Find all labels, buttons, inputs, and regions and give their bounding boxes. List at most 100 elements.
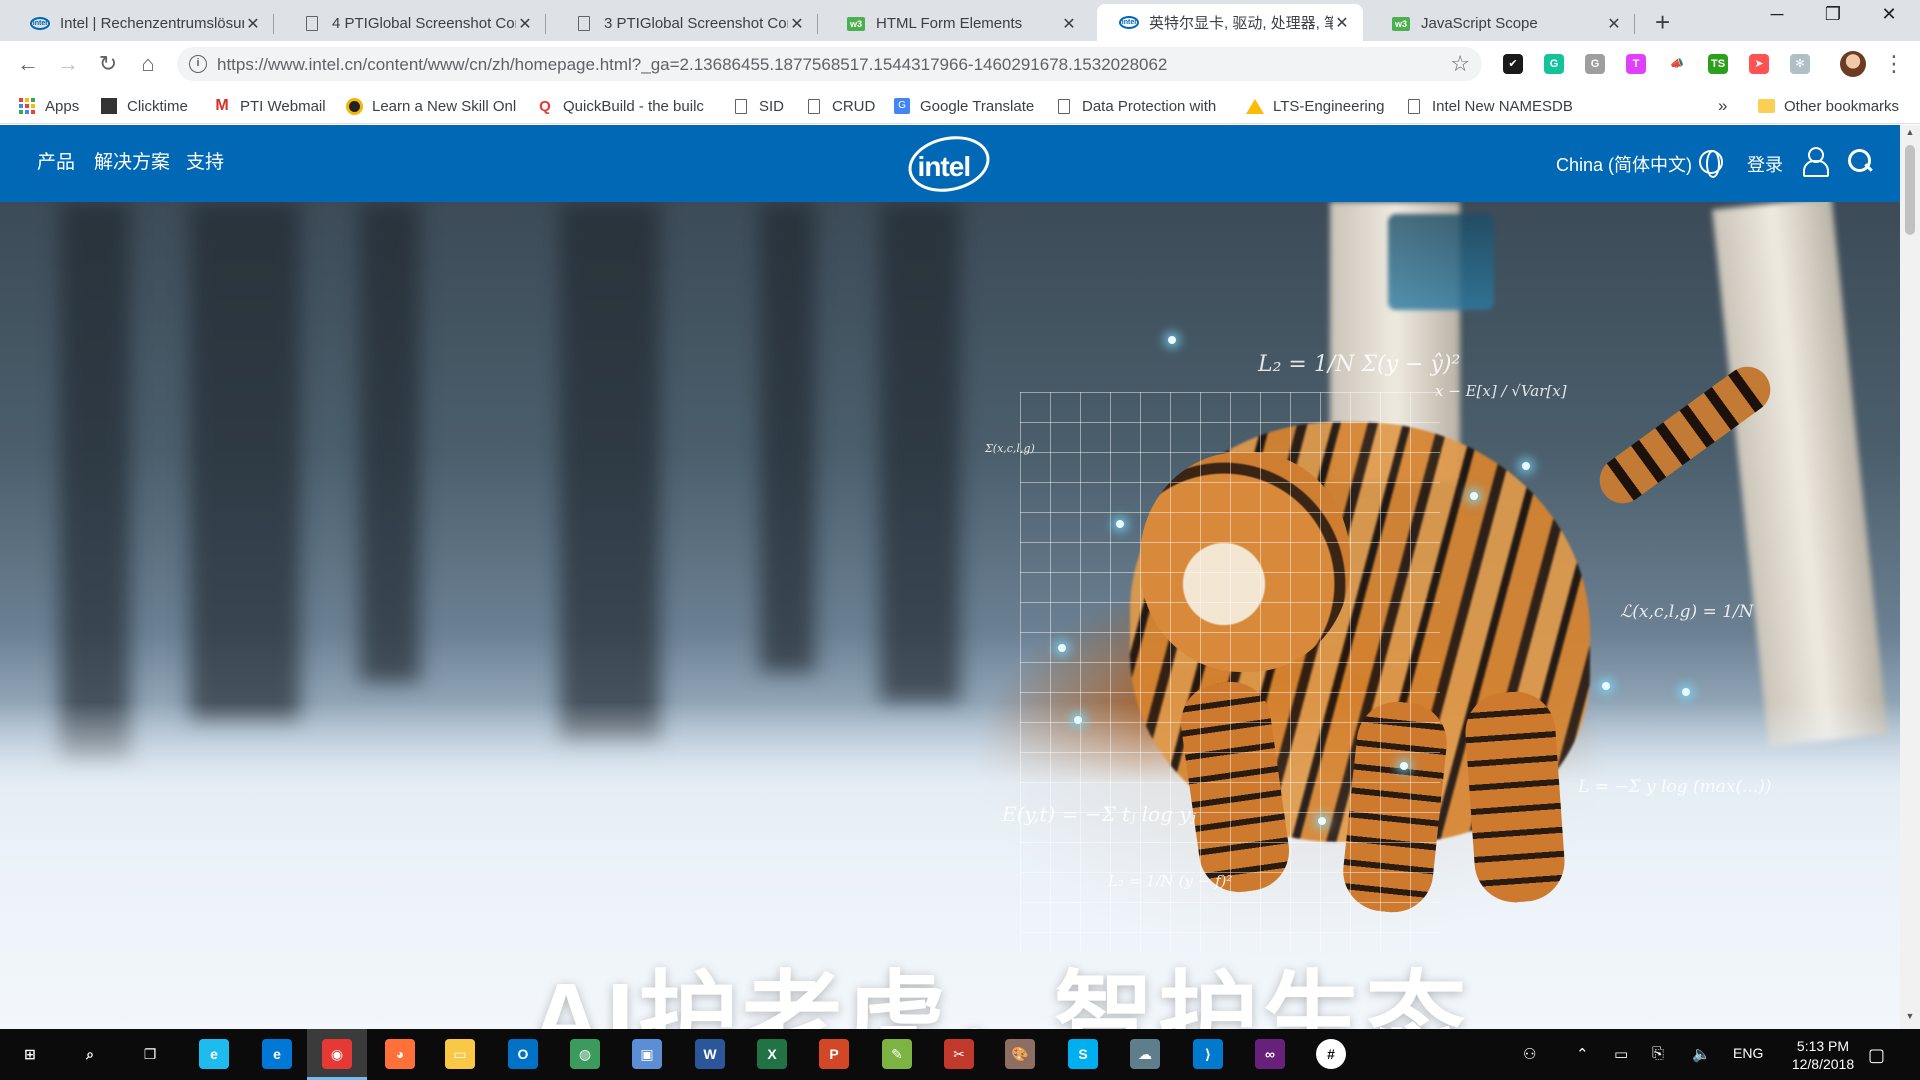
megaphone-extension-icon[interactable]: 📣 [1667,54,1687,74]
slack-icon[interactable]: # [1316,1039,1346,1069]
sparkle [1470,492,1478,500]
tab-intel-cn-active[interactable]: intel 英特尔显卡, 驱动, 处理器, 笔 ✕ [1097,4,1363,41]
formula-text: E(y,t) = −Σ tⱼ log yⱼ [1002,802,1196,826]
other-bookmarks[interactable]: Other bookmarks [1757,96,1899,116]
login-link[interactable]: 登录 [1747,151,1783,177]
bookmark-learn-skill[interactable]: Learn a New Skill Onl [345,96,516,116]
close-window-button[interactable]: ✕ [1866,4,1912,34]
tab-ptiglobal-4[interactable]: 4 PTIGlobal Screenshot Com ✕ [280,6,546,41]
tab-close-icon[interactable]: ✕ [244,14,262,34]
bookmark-crud[interactable]: CRUD [805,96,875,116]
bookmark-label: QuickBuild - the builc [563,97,704,115]
tab-close-icon[interactable]: ✕ [788,14,806,34]
bookmark-pti-webmail[interactable]: M PTI Webmail [213,96,325,116]
cloud-app-icon[interactable]: ☁ [1130,1039,1160,1069]
outlook-icon[interactable]: O [508,1039,538,1069]
nav-solutions[interactable]: 解决方案 [94,147,170,174]
snowflake-extension-icon[interactable]: ✻ [1790,54,1810,74]
search-icon[interactable] [1848,149,1874,175]
word-icon[interactable]: W [695,1039,725,1069]
tab-close-icon[interactable]: ✕ [1060,14,1078,34]
visual-studio-icon[interactable]: ∞ [1255,1039,1285,1069]
tab-javascript-scope[interactable]: w3 JavaScript Scope ✕ [1369,6,1635,41]
scroll-thumb[interactable] [1905,145,1915,235]
volume-icon[interactable]: 🔈 [1692,1045,1711,1063]
internet-explorer-icon[interactable]: e [199,1039,229,1069]
minimize-button[interactable]: ─ [1754,4,1800,34]
input-language[interactable]: ENG [1733,1045,1763,1061]
bookmark-intel-namesdb[interactable]: Intel New NAMESDB [1405,96,1573,116]
nav-support[interactable]: 支持 [186,147,224,174]
green-extension-icon[interactable]: TS [1708,54,1728,74]
colorful-extension-icon[interactable]: T [1626,54,1646,74]
tab-intel-rechenzentrum[interactable]: intel Intel | Rechenzentrumslösung ✕ [8,6,274,41]
nav-products[interactable]: 产品 [37,147,75,174]
site-info-icon[interactable]: i [189,55,207,73]
profile-avatar[interactable] [1840,51,1866,77]
excel-icon[interactable]: X [757,1039,787,1069]
vscode-icon[interactable]: ⟩ [1193,1039,1223,1069]
file-explorer-icon[interactable]: ▭ [445,1039,475,1069]
intel-logo[interactable]: intel [903,129,995,199]
learn-icon [345,97,363,115]
powerpoint-icon[interactable]: P [819,1039,849,1069]
bookmark-data-protection[interactable]: Data Protection with [1055,96,1216,116]
bookmark-sid[interactable]: SID [732,96,784,116]
notification-center-icon[interactable]: ▢ [1868,1045,1885,1066]
new-tab-button[interactable]: + [1655,7,1670,38]
bookmark-google-translate[interactable]: G Google Translate [893,96,1034,116]
tab-close-icon[interactable]: ✕ [1333,13,1351,33]
menu-icon[interactable]: ⋮ [1880,50,1908,78]
start-button[interactable]: ⊞ [15,1039,45,1069]
bookmark-apps[interactable]: Apps [18,96,79,116]
user-icon[interactable] [1802,147,1829,177]
people-icon[interactable]: ⚇ [1523,1045,1536,1063]
gray-extension-icon[interactable]: G [1585,54,1605,74]
hero-banner[interactable]: L₂ = 1/N Σ(y − ŷ)² x − E[x] / √Var[x] ℒ(… [0,202,1900,1029]
show-hidden-icons[interactable]: ⌃ [1576,1045,1589,1063]
paint-icon[interactable]: 🎨 [1005,1039,1035,1069]
globe-icon[interactable] [1699,150,1723,178]
tab-ptiglobal-3[interactable]: 3 PTIGlobal Screenshot Com ✕ [552,6,818,41]
sparkle [1400,762,1408,770]
tab-html-form-elements[interactable]: w3 HTML Form Elements ✕ [824,6,1090,41]
tab-close-icon[interactable]: ✕ [1605,14,1623,34]
bookmark-clicktime[interactable]: Clicktime [100,96,188,116]
grammarly-icon[interactable]: G [1544,54,1564,74]
chrome-icon[interactable]: ◉ [322,1039,352,1069]
remote-desktop-icon[interactable]: ▣ [632,1039,662,1069]
forward-icon[interactable]: → [54,50,82,78]
checklist-extension-icon[interactable]: ✔ [1503,54,1523,74]
network-icon[interactable]: ⎘ [1652,1045,1664,1062]
scroll-up-icon[interactable]: ▲ [1900,127,1920,143]
firefox-icon[interactable]: ◕ [385,1039,415,1069]
address-bar[interactable]: i https://www.intel.cn/content/www/cn/zh… [177,47,1482,81]
globe-app-icon[interactable]: ◍ [570,1039,600,1069]
red-arrow-extension-icon[interactable]: ➤ [1749,54,1769,74]
search-button[interactable]: ⌕ [75,1039,105,1069]
document-icon [732,97,750,115]
snipping-tool-icon[interactable]: ✂ [944,1039,974,1069]
sparkle [1522,462,1530,470]
system-clock[interactable]: 5:13 PM 12/8/2018 [1780,1037,1866,1073]
notepad-icon[interactable]: ✎ [882,1039,912,1069]
bookmark-lts-engineering[interactable]: LTS-Engineering [1246,96,1384,116]
url-text[interactable]: https://www.intel.cn/content/www/cn/zh/h… [217,55,1167,75]
region-selector[interactable]: China (简体中文) [1556,151,1692,177]
task-view-button[interactable]: ❐ [135,1039,165,1069]
edge-icon[interactable]: e [262,1039,292,1069]
sparkle [1058,644,1066,652]
bookmarks-overflow-button[interactable]: » [1718,96,1727,116]
tab-close-icon[interactable]: ✕ [516,14,534,34]
battery-icon[interactable]: ▭ [1614,1045,1628,1063]
maximize-button[interactable]: ❐ [1810,4,1856,34]
bookmark-star-icon[interactable]: ☆ [1450,51,1470,77]
clock-time: 5:13 PM [1796,1038,1850,1054]
scroll-down-icon[interactable]: ▼ [1900,1011,1920,1027]
page-scrollbar[interactable]: ▲ ▼ [1900,125,1920,1029]
back-icon[interactable]: ← [14,50,42,78]
skype-icon[interactable]: S [1068,1039,1098,1069]
home-icon[interactable]: ⌂ [134,50,162,78]
reload-icon[interactable]: ↻ [94,50,122,78]
bookmark-quickbuild[interactable]: Q QuickBuild - the builc [536,96,704,116]
